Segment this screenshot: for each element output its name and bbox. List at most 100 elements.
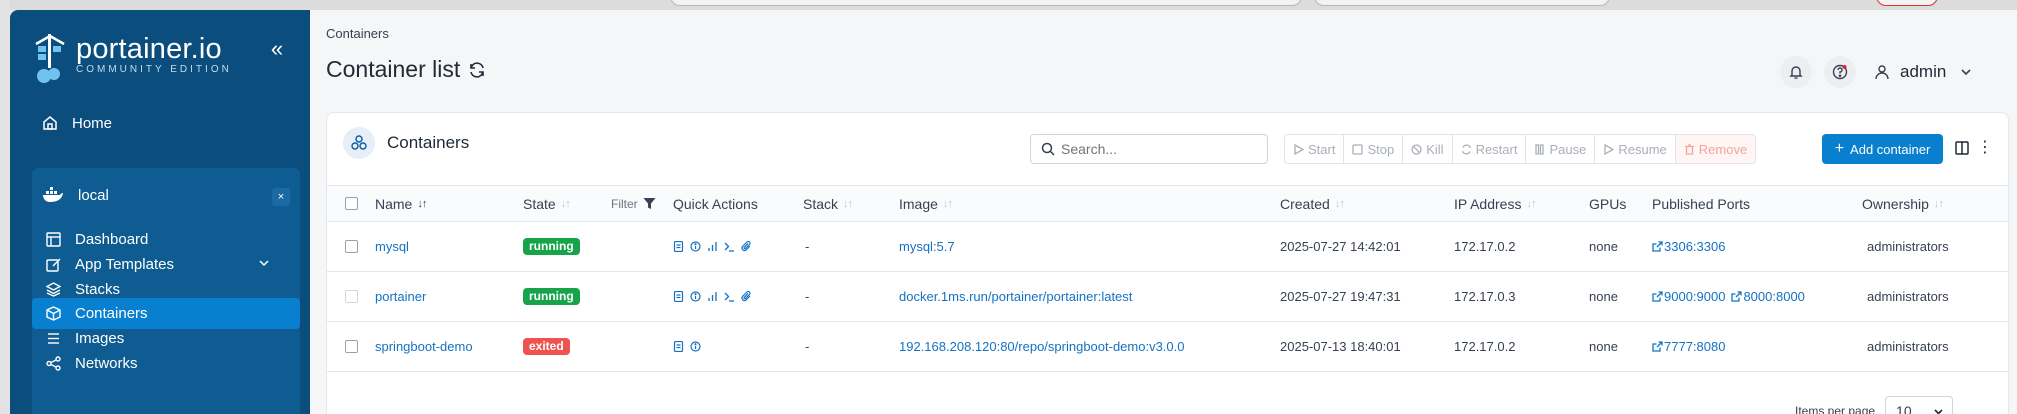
stop-button[interactable]: Stop [1344, 135, 1404, 163]
items-per-page-label: Items per page [1795, 404, 1876, 414]
stop-icon [1352, 143, 1364, 155]
sidebar: portainer.io COMMUNITY EDITION « Home lo… [10, 10, 310, 414]
column-label: State [523, 195, 556, 212]
user-menu[interactable]: admin [1874, 62, 1972, 82]
filter-icon [643, 198, 656, 209]
search-input[interactable] [1061, 141, 1251, 157]
items-per-page-select[interactable]: 10 [1885, 396, 1954, 414]
table-bottom-border [327, 371, 2008, 372]
port-link[interactable]: 7777:8080 [1652, 339, 1725, 354]
external-link-icon [1731, 291, 1743, 302]
kill-label: Kill [1426, 141, 1444, 157]
brand-logo[interactable]: portainer.io COMMUNITY EDITION [32, 32, 232, 92]
console-icon[interactable] [724, 241, 735, 252]
table-header-row: Name ↓↑ State ↓↑ Filter Quick Actions St… [327, 185, 2008, 221]
published-ports: 7777:8080 [1652, 322, 1731, 371]
status-badge: running [523, 238, 580, 255]
sort-icon: ↓↑ [1933, 197, 1944, 210]
container-name-link[interactable]: portainer [375, 272, 426, 321]
console-icon[interactable] [724, 291, 735, 302]
pause-label: Pause [1549, 141, 1587, 157]
port-link[interactable]: 3306:3306 [1652, 239, 1725, 254]
pagination-footer: Items per page 10 [1795, 396, 1954, 414]
external-link-icon [1652, 241, 1663, 252]
logs-icon[interactable] [673, 341, 684, 352]
columns-icon[interactable] [1955, 141, 1969, 155]
sidebar-item-label: Images [75, 330, 125, 347]
resume-label: Resume [1618, 141, 1667, 157]
logs-icon[interactable] [673, 291, 684, 302]
column-header-image[interactable]: Image ↓↑ [899, 186, 953, 221]
column-header-stack[interactable]: Stack ↓↑ [803, 186, 853, 221]
chevron-down-icon [1934, 408, 1943, 414]
row-checkbox[interactable] [345, 340, 358, 353]
column-header-name[interactable]: Name ↓↑ [375, 186, 427, 221]
start-button[interactable]: Start [1285, 135, 1345, 163]
attach-icon[interactable] [741, 241, 752, 252]
environment-header[interactable]: local × [32, 180, 300, 210]
help-button[interactable] [1824, 56, 1856, 88]
sort-icon: ↓↑ [942, 197, 953, 210]
sidebar-item-home[interactable]: Home [32, 108, 288, 138]
port-link[interactable]: 8000:8000 [1731, 289, 1805, 304]
image-link[interactable]: 192.168.208.120:80/repo/springboot-demo:… [899, 322, 1185, 371]
container-name-link[interactable]: springboot-demo [375, 322, 473, 371]
ip-value: 172.17.0.2 [1454, 339, 1516, 354]
column-header-ownership[interactable]: Ownership ↓↑ [1862, 186, 1944, 221]
created-value: 2025-07-27 19:47:31 [1280, 289, 1401, 304]
environment-close-button[interactable]: × [272, 188, 290, 206]
remove-button[interactable]: Remove [1675, 135, 1756, 163]
kill-button[interactable]: Kill [1403, 135, 1453, 163]
browser-profile-button[interactable] [1876, 0, 1938, 6]
column-header-created[interactable]: Created ↓↑ [1280, 186, 1345, 221]
resume-button[interactable]: Resume [1595, 135, 1676, 163]
status-badge: exited [523, 338, 570, 355]
select-all-checkbox[interactable] [345, 197, 358, 210]
chevrons-left-icon: « [270, 36, 284, 61]
row-checkbox[interactable] [345, 240, 358, 253]
quick-actions [673, 322, 701, 371]
restart-label: Restart [1475, 141, 1518, 157]
docker-icon [43, 187, 63, 202]
search-box[interactable] [1030, 134, 1268, 164]
container-name-link[interactable]: mysql [375, 222, 409, 271]
column-header-quick-actions: Quick Actions [673, 195, 758, 212]
column-header-state[interactable]: State ↓↑ [523, 186, 571, 221]
row-checkbox[interactable] [345, 290, 358, 303]
column-header-ip[interactable]: IP Address ↓↑ [1454, 186, 1536, 221]
info-icon[interactable] [690, 241, 701, 252]
info-icon[interactable] [690, 341, 701, 352]
sort-desc-icon: ↓↑ [417, 197, 427, 210]
stack-value: - [805, 289, 810, 304]
port-label: 9000:9000 [1664, 289, 1726, 304]
table-row: mysql running - mysql:5.7 2025-07-27 14:… [327, 221, 2008, 271]
bell-icon [1789, 66, 1803, 79]
image-link[interactable]: docker.1ms.run/portainer/portainer:lates… [899, 272, 1132, 321]
add-container-button[interactable]: + Add container [1822, 134, 1943, 164]
logs-icon[interactable] [673, 241, 684, 252]
help-circle-icon [1832, 64, 1848, 80]
breadcrumb[interactable]: Containers [326, 26, 389, 41]
browser-address-bar[interactable] [670, 0, 1302, 6]
image-link[interactable]: mysql:5.7 [899, 222, 955, 271]
port-link[interactable]: 9000:9000 [1652, 289, 1725, 304]
stats-icon[interactable] [707, 241, 718, 252]
state-filter-button[interactable]: Filter [611, 186, 656, 221]
sidebar-item-networks[interactable]: Networks [32, 348, 300, 379]
more-options-icon[interactable]: ⋮ [1977, 140, 1993, 156]
info-icon[interactable] [690, 291, 701, 302]
port-label: 3306:3306 [1664, 239, 1726, 254]
notifications-button[interactable] [1780, 56, 1812, 88]
attach-icon[interactable] [741, 291, 752, 302]
stack-value: - [805, 339, 810, 354]
items-per-page-value: 10 [1896, 403, 1912, 414]
restart-button[interactable]: Restart [1452, 135, 1527, 163]
pause-button[interactable]: Pause [1526, 135, 1596, 163]
browser-search-bar[interactable] [1314, 0, 1610, 6]
refresh-icon[interactable] [468, 61, 486, 79]
sort-icon: ↓↑ [560, 197, 571, 210]
ip-value: 172.17.0.2 [1454, 239, 1516, 254]
sidebar-item-label: Stacks [75, 281, 121, 298]
collapse-sidebar-button[interactable]: « [264, 38, 290, 64]
stats-icon[interactable] [707, 291, 718, 302]
